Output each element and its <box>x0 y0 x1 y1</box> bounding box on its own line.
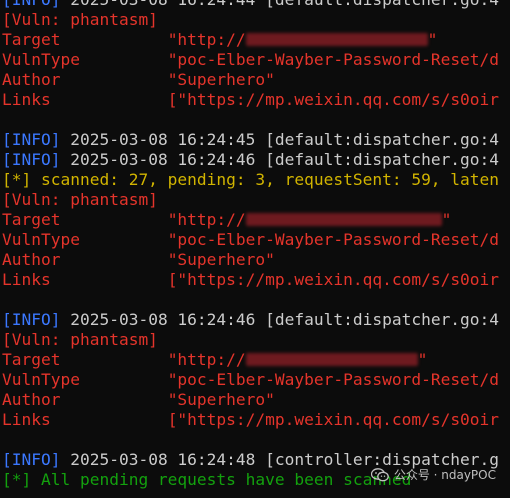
info-tag: [INFO] <box>2 0 60 9</box>
field-key: VulnType <box>2 230 80 249</box>
vuln-field-author: Author "Superhero" <box>2 390 510 410</box>
field-value: ["https://mp.weixin.qq.com/s/s0oir <box>167 410 500 429</box>
field-key: Target <box>2 350 61 369</box>
field-key: Author <box>2 250 61 269</box>
target-suffix: " <box>427 30 438 49</box>
vuln-name: [Vuln: phantasm] <box>2 190 158 209</box>
vuln-field-target: Target "http:// " <box>2 350 510 370</box>
vuln-field-links: Links ["https://mp.weixin.qq.com/s/s0oir <box>2 90 510 110</box>
field-padding <box>60 350 167 369</box>
vuln-field-author: Author "Superhero" <box>2 70 510 90</box>
log-line-info: [INFO] 2025-03-08 16:24:46 [default:disp… <box>2 310 510 330</box>
log-message: 2025-03-08 16:24:45 [default:dispatcher.… <box>60 130 500 149</box>
vuln-field-vulntype: VulnType "poc-Elber-Wayber-Password-Rese… <box>2 50 510 70</box>
field-value: "Superhero" <box>167 70 275 89</box>
scan-status-text: [*] scanned: 27, pending: 3, requestSent… <box>2 170 500 189</box>
vuln-name: [Vuln: phantasm] <box>2 330 158 349</box>
wechat-icon <box>370 468 389 482</box>
log-line-info: [INFO] 2025-03-08 16:24:44 [default:disp… <box>2 0 510 10</box>
field-value: "Superhero" <box>167 390 275 409</box>
info-tag: [INFO] <box>2 450 61 469</box>
log-message: 2025-03-08 16:24:46 [default:dispatcher.… <box>60 310 500 329</box>
field-key: VulnType <box>2 50 80 69</box>
watermark: 公众号 · ndayPOC <box>370 465 496 485</box>
target-prefix: "http:// <box>167 210 246 229</box>
field-key: Target <box>2 30 61 49</box>
field-key: Target <box>2 210 61 229</box>
field-padding <box>60 390 167 409</box>
field-padding <box>51 410 168 429</box>
redacted-target <box>245 353 418 366</box>
vuln-header: [Vuln: phantasm] <box>2 330 510 350</box>
scan-status-line: [*] scanned: 27, pending: 3, requestSent… <box>2 170 510 190</box>
log-message: 2025-03-08 16:24:44 [default:dispatcher.… <box>60 0 499 9</box>
log-line-info: [INFO] 2025-03-08 16:24:45 [default:disp… <box>2 130 510 150</box>
redacted-target <box>245 33 428 46</box>
vuln-field-target: Target "http:// " <box>2 210 510 230</box>
terminal-output: [INFO] 2025-03-08 16:24:44 [default:disp… <box>2 0 510 490</box>
field-padding <box>80 230 168 249</box>
vuln-name: [Vuln: phantasm] <box>2 10 158 29</box>
field-key: Links <box>2 270 51 289</box>
field-padding <box>80 370 168 389</box>
target-suffix: " <box>417 350 428 369</box>
vuln-header: [Vuln: phantasm] <box>2 10 510 30</box>
field-key: Links <box>2 410 51 429</box>
target-suffix: " <box>441 210 452 229</box>
redacted-target <box>245 213 442 226</box>
field-padding <box>60 210 167 229</box>
info-tag: [INFO] <box>2 310 61 329</box>
field-value: "Superhero" <box>167 250 275 269</box>
field-value: "poc-Elber-Wayber-Password-Reset/d <box>167 230 500 249</box>
vuln-field-target: Target "http:// " <box>2 30 510 50</box>
terminal-window[interactable]: [INFO] 2025-03-08 16:24:44 [default:disp… <box>0 0 510 498</box>
field-padding <box>60 70 167 89</box>
vuln-field-vulntype: VulnType "poc-Elber-Wayber-Password-Rese… <box>2 370 510 390</box>
target-prefix: "http:// <box>167 350 246 369</box>
field-key: VulnType <box>2 370 80 389</box>
log-message: 2025-03-08 16:24:46 [default:dispatcher.… <box>60 150 500 169</box>
field-value: ["https://mp.weixin.qq.com/s/s0oir <box>167 90 500 109</box>
field-padding <box>80 50 168 69</box>
field-padding <box>60 250 167 269</box>
field-padding <box>60 30 167 49</box>
field-key: Author <box>2 390 61 409</box>
scan-complete-text: [*] All pending requests have been scann… <box>2 470 412 489</box>
field-key: Links <box>2 90 51 109</box>
field-key: Author <box>2 70 61 89</box>
vuln-field-author: Author "Superhero" <box>2 250 510 270</box>
watermark-text: 公众号 · ndayPOC <box>393 468 496 482</box>
info-tag: [INFO] <box>2 150 61 169</box>
vuln-field-links: Links ["https://mp.weixin.qq.com/s/s0oir <box>2 410 510 430</box>
vuln-field-vulntype: VulnType "poc-Elber-Wayber-Password-Rese… <box>2 230 510 250</box>
field-value: "poc-Elber-Wayber-Password-Reset/d <box>167 370 500 389</box>
field-value: "poc-Elber-Wayber-Password-Reset/d <box>167 50 500 69</box>
info-tag: [INFO] <box>2 130 61 149</box>
vuln-header: [Vuln: phantasm] <box>2 190 510 210</box>
field-padding <box>51 90 168 109</box>
target-prefix: "http:// <box>167 30 246 49</box>
field-padding <box>51 270 168 289</box>
field-value: ["https://mp.weixin.qq.com/s/s0oir <box>167 270 500 289</box>
vuln-field-links: Links ["https://mp.weixin.qq.com/s/s0oir <box>2 270 510 290</box>
log-line-info: [INFO] 2025-03-08 16:24:46 [default:disp… <box>2 150 510 170</box>
